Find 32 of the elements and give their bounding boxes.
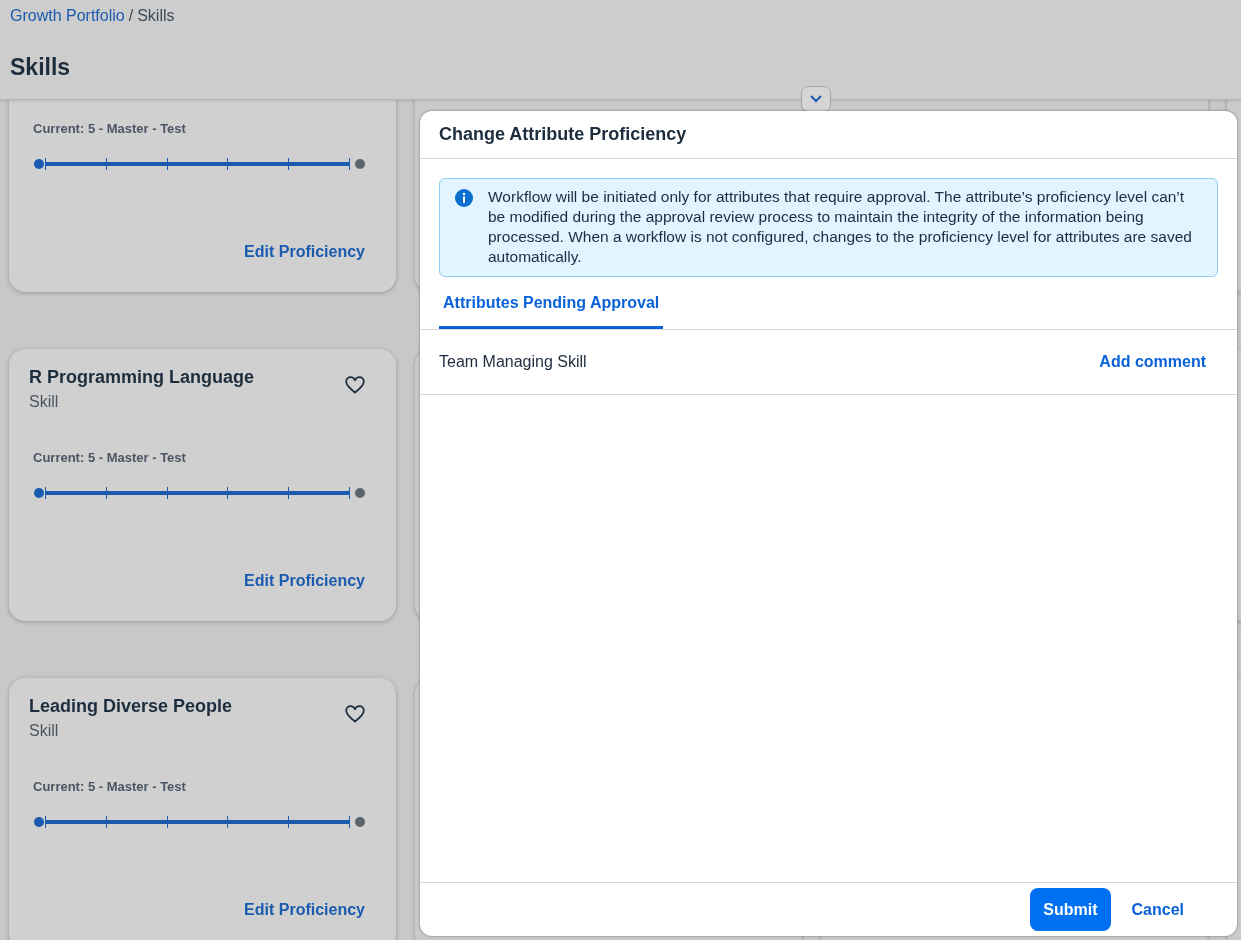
slider-start-dot bbox=[34, 159, 44, 169]
slider-end-dot bbox=[355, 817, 365, 827]
breadcrumb-current: Skills bbox=[137, 7, 175, 25]
breadcrumb-link[interactable]: Growth Portfolio bbox=[10, 7, 125, 25]
current-proficiency: Current: 5 - Master - Test bbox=[33, 450, 187, 465]
slider-end-dot bbox=[355, 159, 365, 169]
edit-proficiency-link[interactable]: Edit Proficiency bbox=[244, 243, 365, 261]
skill-title: Leading Diverse People bbox=[29, 696, 233, 717]
edit-proficiency-link[interactable]: Edit Proficiency bbox=[244, 901, 365, 919]
current-proficiency: Current: 5 - Master - Test bbox=[33, 779, 187, 794]
page-title: Skills bbox=[10, 54, 72, 81]
info-icon bbox=[455, 189, 473, 207]
skill-type: Skill bbox=[29, 722, 60, 740]
add-comment-link[interactable]: Add comment bbox=[1099, 353, 1206, 371]
current-proficiency: Current: 5 - Master - Test bbox=[33, 121, 187, 136]
slider-end-dot bbox=[355, 488, 365, 498]
slider-start-dot bbox=[34, 817, 44, 827]
dialog-title: Change Attribute Proficiency bbox=[439, 124, 687, 145]
heart-icon[interactable] bbox=[345, 705, 365, 723]
breadcrumb-separator: / bbox=[128, 7, 134, 25]
attribute-name: Team Managing Skill bbox=[439, 353, 587, 371]
edit-proficiency-link[interactable]: Edit Proficiency bbox=[244, 572, 365, 590]
info-message-text: Workflow will be initiated only for attributes that require approval. The attribute’s proficiency level can’t be modified during the approval review process to maintain the integrity of the information being processed. When a workflow is not configured, changes to the proficiency level for attributes are saved automatically. bbox=[488, 187, 1193, 267]
chevron-down-icon bbox=[809, 94, 823, 104]
tab[interactable]: Attributes Pending Approval bbox=[439, 285, 664, 329]
slider-start-dot bbox=[34, 488, 44, 498]
submit-button[interactable]: Submit bbox=[1030, 888, 1111, 931]
heart-icon[interactable] bbox=[345, 376, 365, 394]
skill-type: Skill bbox=[29, 393, 60, 411]
skill-title: R Programming Language bbox=[29, 367, 255, 388]
cancel-button[interactable]: Cancel bbox=[1118, 888, 1197, 931]
collapse-header-button[interactable] bbox=[801, 86, 831, 112]
